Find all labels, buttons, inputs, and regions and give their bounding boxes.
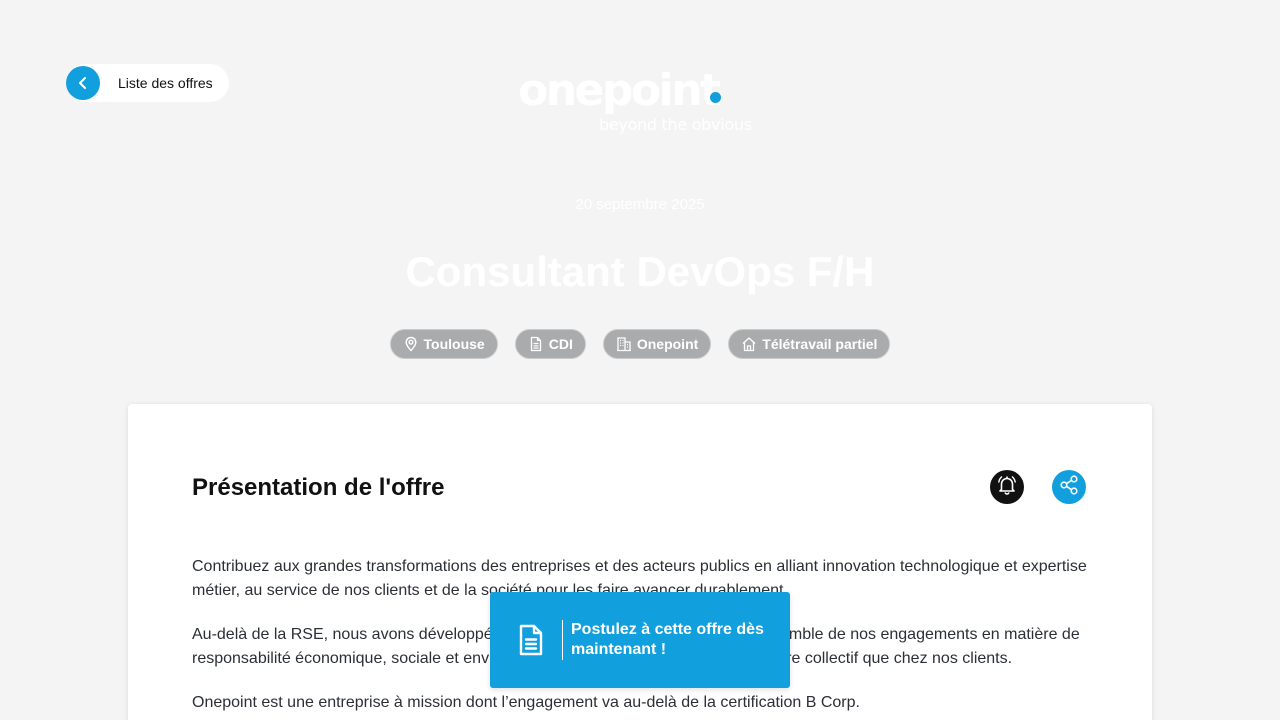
tag-company: Onepoint <box>602 329 712 359</box>
tag-contract: CDI <box>514 329 586 359</box>
home-icon <box>741 336 757 352</box>
tag-label: Onepoint <box>636 336 699 352</box>
tag-label: CDI <box>548 336 573 352</box>
bell-icon <box>995 473 1019 502</box>
document-icon <box>517 624 545 656</box>
tag-location: Toulouse <box>389 329 498 359</box>
chevron-left-icon <box>66 66 100 100</box>
logo-tagline: beyond the obvious <box>599 115 752 134</box>
back-to-offers-button[interactable]: Liste des offres <box>66 64 229 102</box>
logo-wordmark: onepoint <box>518 65 721 116</box>
divider <box>562 620 563 660</box>
job-title: Consultant DevOps F/H <box>405 248 875 295</box>
onepoint-logo[interactable]: onepoint beyond the obvious <box>518 68 768 138</box>
back-label: Liste des offres <box>118 75 213 91</box>
apply-label: Postulez à cette offre dès maintenant ! <box>571 621 764 658</box>
building-icon <box>616 336 632 352</box>
section-title: Présentation de l'offre <box>192 474 445 501</box>
paragraph: Onepoint est une entreprise à mission do… <box>192 694 860 711</box>
location-pin-icon <box>403 336 419 352</box>
share-icon <box>1058 474 1080 501</box>
logo-dot <box>710 92 721 103</box>
tag-label: Toulouse <box>423 336 485 352</box>
document-icon <box>528 336 544 352</box>
publication-date: 20 septembre 2025 <box>575 196 705 213</box>
tag-remote: Télétravail partiel <box>728 329 891 359</box>
apply-button[interactable]: Postulez à cette offre dès maintenant ! <box>490 592 790 688</box>
job-alert-button[interactable] <box>990 470 1024 504</box>
job-tags: Toulouse CDI Onepoint Télétravail partie… <box>0 329 1280 359</box>
tag-label: Télétravail partiel <box>762 336 878 352</box>
share-button[interactable] <box>1052 470 1086 504</box>
